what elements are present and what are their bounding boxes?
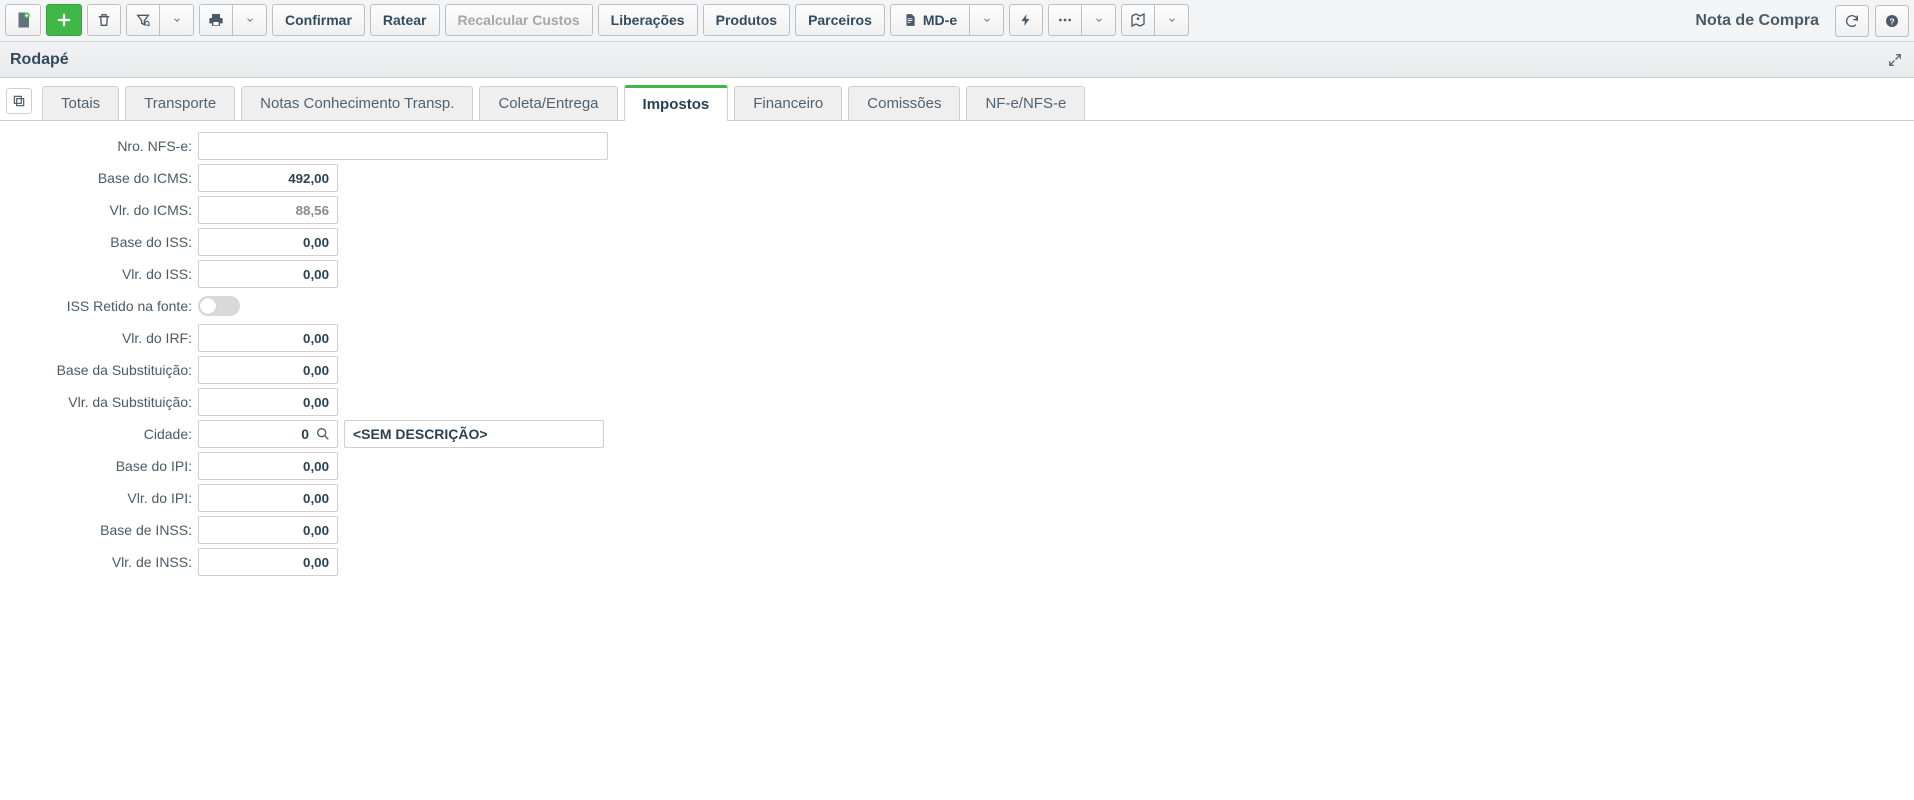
copy-button[interactable] xyxy=(6,88,32,114)
input-base-inss[interactable] xyxy=(198,516,338,544)
bolt-icon xyxy=(1019,12,1033,28)
label-vlr-iss: Vlr. do ISS: xyxy=(8,266,198,282)
more-button[interactable] xyxy=(1048,4,1082,36)
input-vlr-ipi[interactable] xyxy=(198,484,338,512)
confirmar-button[interactable]: Confirmar xyxy=(272,4,365,36)
input-cidade-code[interactable]: 0 xyxy=(198,420,338,448)
tab-notas-conhecimento[interactable]: Notas Conhecimento Transp. xyxy=(241,86,473,120)
input-base-icms[interactable] xyxy=(198,164,338,192)
label-base-iss: Base do ISS: xyxy=(8,234,198,250)
tab-coleta-entrega[interactable]: Coleta/Entrega xyxy=(479,86,617,120)
collapse-section-button[interactable] xyxy=(1886,51,1904,69)
label-vlr-icms: Vlr. do ICMS: xyxy=(8,202,198,218)
caret-down-icon xyxy=(1167,15,1177,25)
mde-dropdown[interactable] xyxy=(970,4,1004,36)
tab-comissoes[interactable]: Comissões xyxy=(848,86,960,120)
label-base-inss: Base de INSS: xyxy=(8,522,198,538)
input-vlr-iss[interactable] xyxy=(198,260,338,288)
label-base-icms: Base do ICMS: xyxy=(8,170,198,186)
label-base-subst: Base da Substituição: xyxy=(8,362,198,378)
new-record-button[interactable] xyxy=(5,4,41,36)
input-vlr-inss[interactable] xyxy=(198,548,338,576)
liberacoes-button[interactable]: Liberações xyxy=(598,4,698,36)
cidade-desc-value: <SEM DESCRIÇÃO> xyxy=(353,426,488,442)
produtos-button[interactable]: Produtos xyxy=(703,4,790,36)
print-button[interactable] xyxy=(199,4,233,36)
trash-icon xyxy=(96,12,112,28)
toolbar-spacer xyxy=(1194,4,1680,37)
mde-label: MD-e xyxy=(923,12,957,28)
label-nro-nfse: Nro. NFS-e: xyxy=(8,138,198,154)
caret-down-icon xyxy=(1094,15,1104,25)
label-cidade: Cidade: xyxy=(8,426,198,442)
more-dropdown[interactable] xyxy=(1082,4,1116,36)
ratear-button[interactable]: Ratear xyxy=(370,4,440,36)
plus-icon xyxy=(55,11,73,29)
toggle-iss-retido[interactable] xyxy=(198,296,240,316)
cidade-code-value: 0 xyxy=(301,426,309,442)
label-base-ipi: Base do IPI: xyxy=(8,458,198,474)
input-base-subst[interactable] xyxy=(198,356,338,384)
delete-button[interactable] xyxy=(87,4,121,36)
mde-button[interactable]: MD-e xyxy=(890,4,970,36)
refresh-icon xyxy=(1844,13,1860,29)
input-base-ipi[interactable] xyxy=(198,452,338,480)
label-vlr-inss: Vlr. de INSS: xyxy=(8,554,198,570)
caret-down-icon xyxy=(982,15,992,25)
label-vlr-ipi: Vlr. do IPI: xyxy=(8,490,198,506)
impostos-form: Nro. NFS-e: Base do ICMS: Vlr. do ICMS: … xyxy=(0,121,640,589)
section-bar: Rodapé xyxy=(0,42,1914,78)
input-vlr-subst[interactable] xyxy=(198,388,338,416)
label-iss-retido: ISS Retido na fonte: xyxy=(8,298,198,314)
tab-financeiro[interactable]: Financeiro xyxy=(734,86,842,120)
bolt-button[interactable] xyxy=(1009,4,1043,36)
document-add-icon xyxy=(14,11,32,29)
add-button[interactable] xyxy=(46,4,82,36)
filter-dropdown[interactable] xyxy=(160,4,194,36)
section-title: Rodapé xyxy=(10,51,69,69)
footer-tabs: Totais Transporte Notas Conhecimento Tra… xyxy=(0,78,1914,121)
input-vlr-icms[interactable] xyxy=(198,196,338,224)
map-button[interactable] xyxy=(1121,4,1155,36)
input-nro-nfse[interactable] xyxy=(198,132,608,160)
caret-down-icon xyxy=(172,15,182,25)
map-dropdown[interactable] xyxy=(1155,4,1189,36)
document-icon xyxy=(903,13,917,27)
main-toolbar: Confirmar Ratear Recalcular Custos Liber… xyxy=(0,0,1914,42)
help-icon: ? xyxy=(1884,13,1900,29)
copy-icon xyxy=(12,94,26,108)
toggle-knob xyxy=(200,298,216,314)
collapse-icon xyxy=(1888,53,1902,67)
label-vlr-subst: Vlr. da Substituição: xyxy=(8,394,198,410)
page-title: Nota de Compra xyxy=(1685,12,1829,30)
caret-down-icon xyxy=(245,15,255,25)
tab-impostos[interactable]: Impostos xyxy=(624,85,729,121)
recalcular-custos-button[interactable]: Recalcular Custos xyxy=(445,4,593,36)
label-vlr-irf: Vlr. do IRF: xyxy=(8,330,198,346)
help-button[interactable]: ? xyxy=(1875,5,1909,37)
filter-button[interactable] xyxy=(126,4,160,36)
search-icon xyxy=(315,426,331,442)
more-horizontal-icon xyxy=(1057,12,1073,28)
input-base-iss[interactable] xyxy=(198,228,338,256)
tab-nfe-nfse[interactable]: NF-e/NFS-e xyxy=(966,86,1085,120)
print-dropdown[interactable] xyxy=(233,4,267,36)
parceiros-button[interactable]: Parceiros xyxy=(795,4,885,36)
svg-text:?: ? xyxy=(1889,16,1894,26)
tab-transporte[interactable]: Transporte xyxy=(125,86,235,120)
input-cidade-desc[interactable]: <SEM DESCRIÇÃO> xyxy=(344,420,604,448)
print-icon xyxy=(208,12,224,28)
input-vlr-irf[interactable] xyxy=(198,324,338,352)
refresh-button[interactable] xyxy=(1835,5,1869,37)
tab-totais[interactable]: Totais xyxy=(42,86,119,120)
map-pin-icon xyxy=(1130,12,1146,28)
filter-zoom-icon xyxy=(135,12,151,28)
